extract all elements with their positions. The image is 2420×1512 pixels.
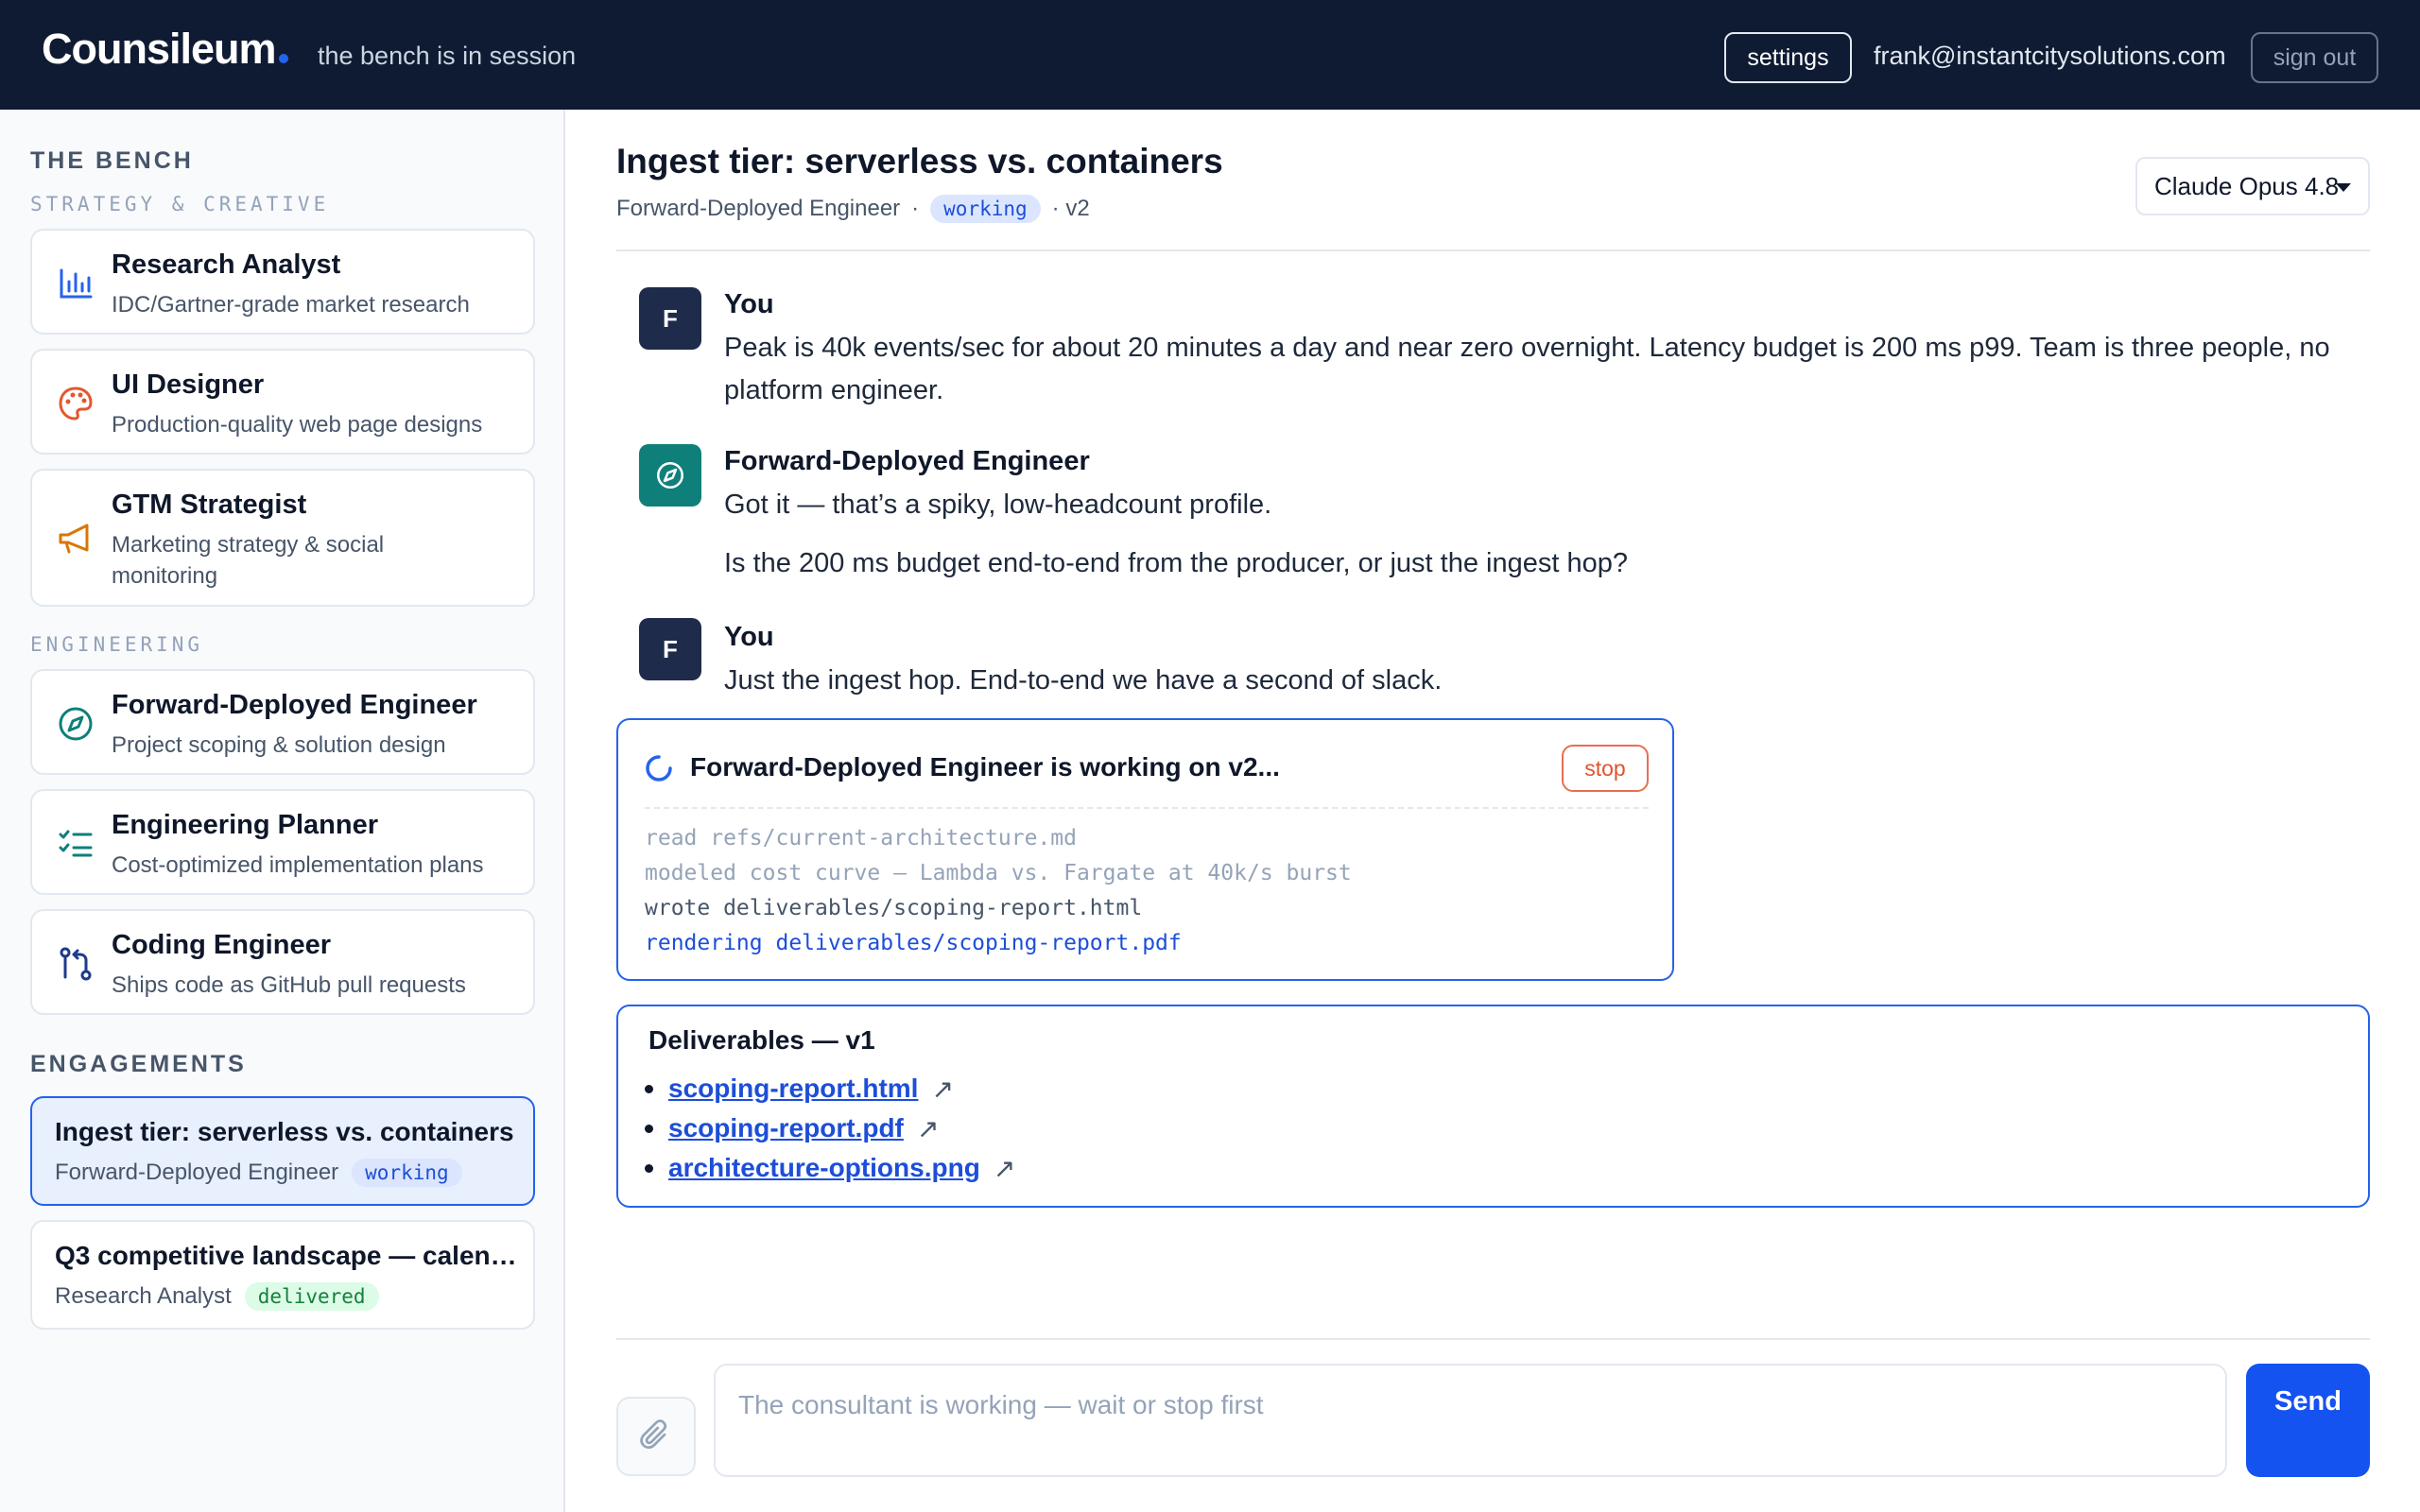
- send-button[interactable]: Send: [2246, 1364, 2370, 1477]
- engagement-title: Ingest tier: serverless vs. containers: [55, 1117, 514, 1146]
- message-author: You: [724, 622, 774, 652]
- message-input-placeholder: The consultant is working — wait or stop…: [738, 1390, 1264, 1419]
- page-subtitle: Forward-Deployed Engineer · working · v2: [616, 195, 1090, 223]
- consultant-desc: Cost-optimized implementation plans: [112, 852, 484, 878]
- engagement-title: Q3 competitive landscape — calendar: [55, 1241, 518, 1270]
- engagement-consultant: Forward-Deployed Engineer: [55, 1160, 339, 1185]
- consultant-card-forward-deployed-engineer[interactable]: Forward-Deployed Engineer Project scopin…: [30, 669, 535, 775]
- status-badge: working: [930, 195, 1041, 223]
- list-item: scoping-report.pdf ↗: [645, 1108, 1015, 1148]
- log-line-active: rendering deliverables/scoping-report.pd…: [645, 931, 1182, 955]
- sidebar: THE BENCH STRATEGY & CREATIVE Research A…: [0, 110, 565, 1512]
- avatar: F: [639, 618, 701, 680]
- message-text: Peak is 40k events/sec for about 20 minu…: [724, 333, 2330, 405]
- external-link-icon[interactable]: ↗: [931, 1074, 953, 1105]
- consultant-name: Engineering Planner: [112, 810, 378, 840]
- consultant-name: Coding Engineer: [112, 930, 331, 960]
- settings-button[interactable]: settings: [1724, 32, 1852, 83]
- attach-button[interactable]: [616, 1397, 696, 1476]
- sign-out-button[interactable]: sign out: [2251, 32, 2378, 83]
- list-item: architecture-options.png ↗: [645, 1148, 1015, 1188]
- consultant-card-ui-designer[interactable]: UI Designer Production-quality web page …: [30, 349, 535, 455]
- message-input[interactable]: The consultant is working — wait or stop…: [714, 1364, 2227, 1477]
- log-line: wrote deliverables/scoping-report.html: [645, 896, 1143, 920]
- palette-icon: [59, 387, 93, 421]
- divider: [616, 249, 2370, 251]
- bar-chart-icon: [60, 268, 93, 299]
- megaphone-icon: [59, 524, 89, 554]
- paperclip-icon: [640, 1419, 667, 1450]
- separator: ·: [911, 196, 920, 221]
- engagement-item[interactable]: Q3 competitive landscape — calendar Rese…: [30, 1220, 535, 1330]
- log-line: modeled cost curve — Lambda vs. Fargate …: [645, 861, 1352, 885]
- message-text: Is the 200 ms budget end-to-end from the…: [724, 548, 1628, 578]
- message-author: Forward-Deployed Engineer: [724, 446, 1090, 476]
- consultant-name: Forward-Deployed Engineer: [112, 690, 477, 720]
- deliverables-list: scoping-report.html ↗ scoping-report.pdf ↗…: [645, 1069, 1015, 1188]
- brand-logo[interactable]: Counsileum: [42, 25, 288, 74]
- model-select-value: Claude Opus 4.8: [2154, 171, 2340, 200]
- model-select[interactable]: Claude Opus 4.8: [2135, 157, 2370, 215]
- spinner-icon: [646, 755, 672, 782]
- deliverable-link[interactable]: architecture-options.png: [668, 1153, 980, 1183]
- page-title: Ingest tier: serverless vs. containers: [616, 142, 1223, 180]
- engagements-title: ENGAGEMENTS: [30, 1051, 247, 1077]
- external-link-icon[interactable]: ↗: [994, 1153, 1015, 1184]
- engagement-item-active[interactable]: Ingest tier: serverless vs. containers F…: [30, 1096, 535, 1206]
- working-title: Forward-Deployed Engineer is working on …: [690, 752, 1280, 782]
- consultant-desc: Marketing strategy & social monitoring: [112, 532, 385, 589]
- git-pull-request-icon: [60, 947, 92, 981]
- consultant-card-engineering-planner[interactable]: Engineering Planner Cost-optimized imple…: [30, 789, 535, 895]
- consultant-card-coding-engineer[interactable]: Coding Engineer Ships code as GitHub pul…: [30, 909, 535, 1015]
- version-label: · v2: [1051, 196, 1090, 221]
- checklist-icon: [59, 830, 93, 857]
- group-label-strategy: STRATEGY & CREATIVE: [30, 193, 330, 215]
- message-text: Just the ingest hop. End-to-end we have …: [724, 665, 1443, 696]
- engagement-meta: Forward-Deployed Engineer working: [55, 1159, 462, 1187]
- consultant-label: Forward-Deployed Engineer: [616, 196, 901, 221]
- deliverables-panel: Deliverables — v1 scoping-report.html ↗ s…: [616, 1005, 2370, 1208]
- stop-button[interactable]: stop: [1562, 745, 1649, 792]
- consultant-name: GTM Strategist: [112, 490, 307, 520]
- consultant-desc: Project scoping & solution design: [112, 732, 446, 758]
- deliverable-link[interactable]: scoping-report.html: [668, 1074, 918, 1104]
- consultant-desc: Production-quality web page designs: [112, 412, 483, 438]
- log-line: read refs/current-architecture.md: [645, 826, 1077, 850]
- deliverables-title: Deliverables — v1: [648, 1025, 875, 1055]
- working-panel: Forward-Deployed Engineer is working on …: [616, 718, 1674, 981]
- tagline: the bench is in session: [318, 42, 577, 70]
- deliverable-link[interactable]: scoping-report.pdf: [668, 1113, 904, 1143]
- chevron-down-icon: [2336, 183, 2351, 192]
- top-bar: Counsileum the bench is in session setti…: [0, 0, 2420, 110]
- consultant-desc: Ships code as GitHub pull requests: [112, 972, 466, 998]
- compass-icon: [59, 707, 93, 741]
- compass-icon: [656, 461, 684, 490]
- message-text: Got it — that’s a spiky, low-headcount p…: [724, 490, 1272, 520]
- external-link-icon[interactable]: ↗: [917, 1113, 939, 1144]
- list-item: scoping-report.html ↗: [645, 1069, 1015, 1108]
- consultant-card-research-analyst[interactable]: Research Analyst IDC/Gartner-grade marke…: [30, 229, 535, 335]
- avatar: F: [639, 287, 701, 350]
- consultant-name: UI Designer: [112, 369, 265, 400]
- divider: [645, 807, 1649, 809]
- status-badge: delivered: [244, 1282, 379, 1311]
- consultant-desc: IDC/Gartner-grade market research: [112, 292, 470, 318]
- status-badge: working: [352, 1159, 462, 1187]
- divider: [616, 1338, 2370, 1340]
- engagement-meta: Research Analyst delivered: [55, 1282, 379, 1311]
- consultant-card-gtm-strategist[interactable]: GTM Strategist Marketing strategy & soci…: [30, 469, 535, 607]
- bench-title: THE BENCH: [30, 147, 194, 174]
- avatar: [639, 444, 701, 507]
- user-email: frank@instantcitysolutions.com: [1874, 42, 2226, 70]
- consultant-name: Research Analyst: [112, 249, 341, 280]
- message-author: You: [724, 289, 774, 319]
- group-label-engineering: ENGINEERING: [30, 633, 204, 656]
- engagement-consultant: Research Analyst: [55, 1283, 232, 1309]
